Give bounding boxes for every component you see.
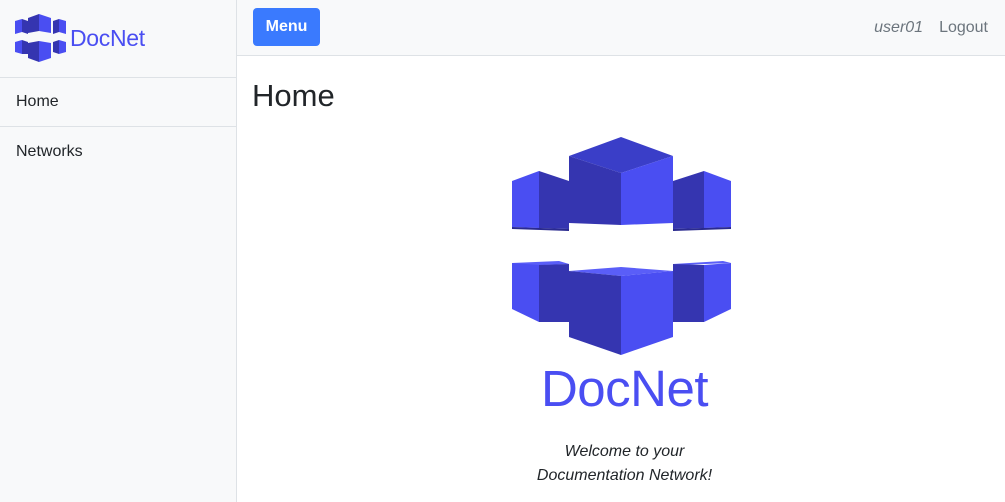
- sidebar: DocNet Home Networks: [0, 0, 237, 502]
- hero-brand-name: DocNet: [540, 360, 709, 417]
- app-root: DocNet Home Networks Menu user01 Logout …: [0, 0, 1005, 502]
- logout-link[interactable]: Logout: [939, 19, 988, 37]
- docnet-logo-icon: [15, 14, 66, 62]
- page-title: Home: [252, 78, 335, 113]
- top-navbar: Menu user01 Logout: [237, 0, 1005, 56]
- welcome-message: Welcome to your Documentation Network!: [237, 440, 1005, 488]
- brand-name: DocNet: [70, 25, 145, 51]
- welcome-line-1: Welcome to your: [564, 443, 685, 460]
- sidebar-item-home[interactable]: Home: [0, 78, 236, 127]
- welcome-line-2: Documentation Network!: [536, 467, 713, 484]
- sidebar-item-networks[interactable]: Networks: [0, 127, 236, 176]
- user-area: user01 Logout: [874, 0, 988, 56]
- docnet-hero-logo-icon: [512, 137, 731, 355]
- sidebar-brand[interactable]: DocNet: [0, 0, 236, 78]
- username-label: user01: [874, 19, 924, 36]
- menu-button[interactable]: Menu: [253, 8, 320, 46]
- main-content: Home DocNet Welcome to your Documentatio…: [237, 56, 1005, 502]
